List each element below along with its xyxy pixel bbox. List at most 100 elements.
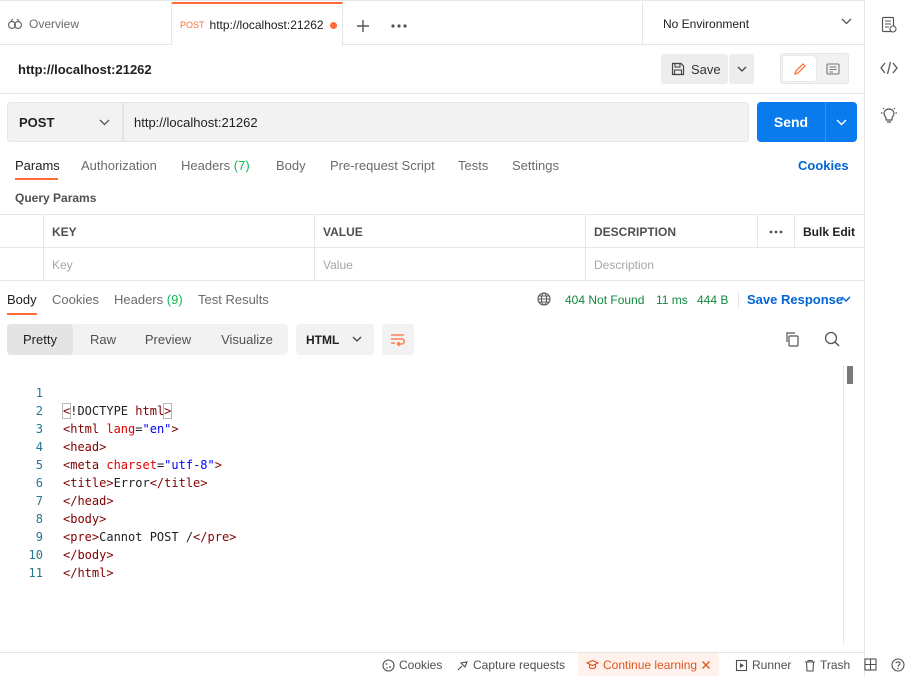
code-line: 5 <title>Error</title> bbox=[0, 438, 843, 490]
response-time[interactable]: 11 ms bbox=[656, 293, 688, 307]
chevron-down-icon bbox=[841, 18, 852, 25]
edit-mode-button[interactable] bbox=[783, 56, 816, 81]
save-label: Save bbox=[691, 61, 721, 77]
comment-mode-button[interactable] bbox=[818, 56, 848, 81]
divider bbox=[738, 291, 739, 309]
tab-settings[interactable]: Settings bbox=[512, 158, 559, 173]
value-input[interactable]: Value bbox=[314, 248, 586, 281]
code-line: 8 <pre>Cannot POST /</pre> bbox=[0, 492, 843, 544]
format-visualize[interactable]: Visualize bbox=[206, 324, 288, 355]
response-tab-cookies[interactable]: Cookies bbox=[52, 292, 99, 307]
url-input[interactable]: http://localhost:21262 bbox=[123, 102, 749, 142]
more-icon bbox=[391, 24, 407, 28]
response-tab-headers[interactable]: Headers (9) bbox=[114, 292, 183, 307]
column-options-button[interactable] bbox=[757, 215, 794, 248]
request-name[interactable]: http://localhost:21262 bbox=[18, 62, 152, 77]
column-description: DESCRIPTION bbox=[585, 215, 757, 248]
trash-label: Trash bbox=[820, 658, 851, 672]
globe-icon[interactable] bbox=[537, 292, 551, 306]
close-icon bbox=[702, 661, 711, 669]
format-raw[interactable]: Raw bbox=[73, 324, 133, 355]
capture-icon bbox=[457, 660, 468, 670]
continue-learning-button[interactable]: Continue learning bbox=[578, 653, 720, 676]
response-tab-test-results[interactable]: Test Results bbox=[198, 292, 269, 307]
tab-tests[interactable]: Tests bbox=[458, 158, 488, 173]
more-tabs-button[interactable] bbox=[386, 13, 412, 39]
environment-quick-look-icon[interactable] bbox=[879, 15, 899, 35]
tab-headers-label: Headers bbox=[181, 158, 231, 173]
footer-cookies-button[interactable]: Cookies bbox=[382, 658, 442, 672]
format-pretty[interactable]: Pretty bbox=[7, 324, 73, 355]
tab-pre-request-script[interactable]: Pre-request Script bbox=[330, 158, 435, 173]
column-value: VALUE bbox=[314, 215, 586, 248]
language-select[interactable]: HTML bbox=[296, 324, 374, 355]
tab-headers[interactable]: Headers (7) bbox=[181, 158, 250, 173]
chevron-down-icon[interactable] bbox=[841, 296, 851, 302]
lightbulb-icon[interactable] bbox=[879, 106, 899, 126]
code-line: 10 </html> bbox=[0, 528, 843, 580]
view-mode-toggle bbox=[780, 53, 849, 84]
graduation-cap-icon bbox=[586, 659, 599, 670]
format-preview[interactable]: Preview bbox=[133, 324, 203, 355]
line-number: 11 bbox=[28, 566, 43, 580]
runner-label: Runner bbox=[752, 658, 792, 672]
tab-bar: Overview POST http://localhost:21262 No … bbox=[0, 0, 864, 46]
document-icon bbox=[826, 62, 840, 75]
response-tab-body[interactable]: Body bbox=[7, 292, 37, 307]
send-options-button[interactable] bbox=[825, 102, 857, 142]
bulk-edit-button[interactable]: Bulk Edit bbox=[794, 215, 864, 248]
code-line: 6 </head> bbox=[0, 456, 843, 508]
tab-authorization[interactable]: Authorization bbox=[81, 158, 157, 173]
tab-overview[interactable]: Overview bbox=[0, 2, 172, 45]
unsaved-dot-icon bbox=[329, 21, 337, 29]
code-line: 2 <html lang="en"> bbox=[0, 384, 843, 436]
save-icon bbox=[671, 62, 685, 76]
params-table: KEY VALUE DESCRIPTION Bulk Edit Key Valu… bbox=[0, 214, 864, 281]
pencil-icon bbox=[793, 62, 806, 75]
key-input[interactable]: Key bbox=[43, 248, 315, 281]
environment-select[interactable]: No Environment bbox=[642, 2, 864, 45]
send-button[interactable]: Send bbox=[757, 102, 825, 142]
code-icon[interactable] bbox=[879, 58, 899, 78]
send-label: Send bbox=[773, 114, 809, 130]
runner-button[interactable]: Runner bbox=[735, 658, 791, 672]
code-text: </html> bbox=[63, 566, 114, 580]
response-headers-label: Headers bbox=[114, 292, 164, 307]
active-tab-indicator bbox=[15, 178, 58, 180]
description-input[interactable]: Description bbox=[585, 248, 864, 281]
tab-overview-label: Overview bbox=[29, 16, 80, 31]
help-icon bbox=[891, 658, 905, 672]
environment-label: No Environment bbox=[663, 16, 750, 31]
status-code[interactable]: 404 Not Found bbox=[565, 293, 644, 307]
trash-button[interactable]: Trash bbox=[804, 658, 850, 672]
plus-icon bbox=[357, 20, 369, 32]
scrollbar-thumb[interactable] bbox=[847, 366, 853, 384]
wrap-lines-button[interactable] bbox=[382, 324, 414, 355]
two-pane-toggle[interactable] bbox=[864, 658, 877, 671]
code-line: 1 <!DOCTYPE html> bbox=[0, 366, 843, 419]
capture-requests-button[interactable]: Capture requests bbox=[456, 658, 565, 672]
save-options-button[interactable] bbox=[729, 54, 754, 84]
overview-icon bbox=[7, 17, 23, 31]
response-size[interactable]: 444 B bbox=[697, 293, 728, 307]
cookies-link[interactable]: Cookies bbox=[798, 158, 849, 173]
runner-icon bbox=[735, 659, 748, 671]
tab-body[interactable]: Body bbox=[276, 158, 306, 173]
tab-params[interactable]: Params bbox=[15, 158, 60, 173]
save-response-button[interactable]: Save Response bbox=[747, 292, 843, 307]
right-sidebar bbox=[864, 0, 912, 676]
tab-request[interactable]: POST http://localhost:21262 bbox=[172, 2, 343, 46]
code-line: 9 </body> bbox=[0, 510, 843, 562]
new-tab-button[interactable] bbox=[350, 13, 376, 39]
wrap-icon bbox=[391, 333, 405, 346]
search-icon[interactable] bbox=[824, 331, 840, 347]
format-toggle: Pretty Raw Preview Visualize bbox=[7, 324, 288, 355]
copy-icon[interactable] bbox=[784, 331, 800, 347]
save-button[interactable]: Save bbox=[661, 54, 728, 84]
method-select[interactable]: POST bbox=[7, 102, 123, 142]
active-tab-indicator bbox=[7, 313, 37, 315]
tab-method: POST bbox=[180, 20, 205, 30]
code-line: 4 <meta charset="utf-8"> bbox=[0, 420, 843, 472]
help-button[interactable] bbox=[891, 658, 905, 672]
scrollbar-track[interactable] bbox=[843, 365, 844, 645]
